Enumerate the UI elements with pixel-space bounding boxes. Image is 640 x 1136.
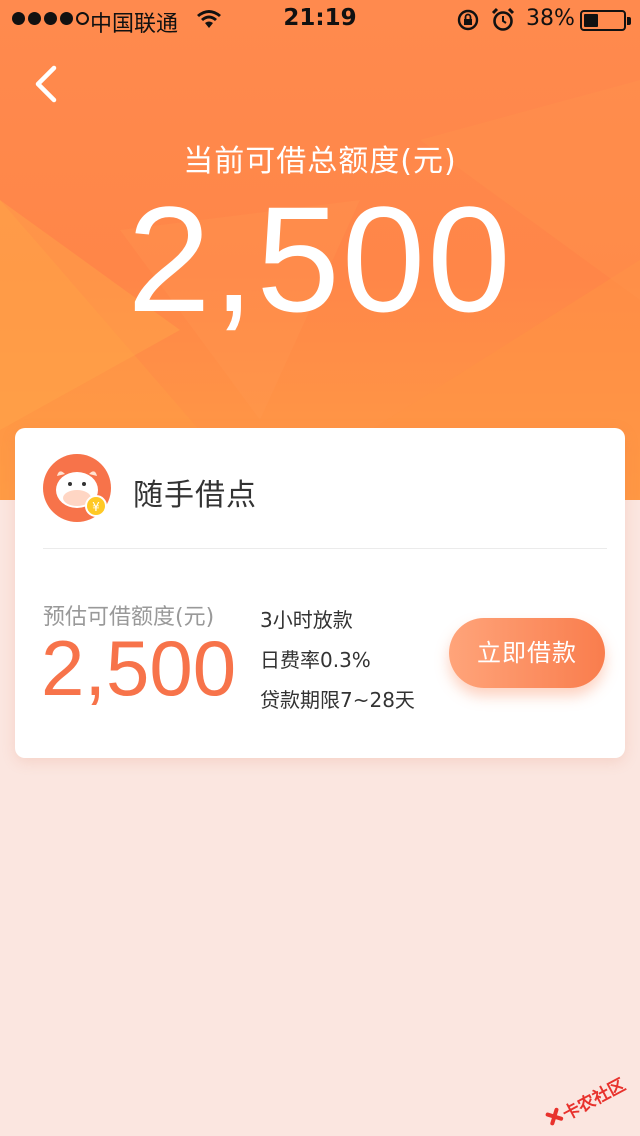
chevron-left-icon[interactable] [28, 62, 68, 106]
info-daily-rate: 日费率0.3% [260, 648, 371, 672]
battery-icon [580, 10, 631, 31]
page-title: 当前可借总额度(元) [183, 144, 457, 179]
info-disbursement-time: 3小时放款 [260, 608, 353, 632]
info-loan-term: 贷款期限7~28天 [260, 688, 415, 712]
estimate-amount: 2,500 [41, 624, 237, 712]
divider [43, 548, 607, 549]
loan-product-card: ¥ 随手借点 预估可借额度(元) 2,500 3小时放款 日费率0.3% 贷款期… [15, 428, 625, 758]
battery-percent: 38% [526, 6, 575, 31]
header-banner: 中国联通 21:19 38% 当前可借总额度(元) 2,500 [0, 0, 640, 500]
alarm-icon [491, 7, 515, 31]
battery-fill [584, 14, 598, 27]
page: 中国联通 21:19 38% 当前可借总额度(元) 2,500 ¥ 随手借点 预… [0, 0, 640, 1136]
status-bar: 中国联通 21:19 38% [0, 0, 640, 40]
total-credit-amount: 2,500 [127, 175, 513, 343]
borrow-now-button[interactable]: 立即借款 [449, 618, 605, 688]
watermark-logo: 卡农社区 [545, 1076, 629, 1126]
cow-mascot-icon: ¥ [43, 454, 111, 522]
rotation-lock-icon [457, 9, 479, 31]
svg-text:卡农社区: 卡农社区 [559, 1076, 629, 1125]
loan-info-list: 3小时放款 日费率0.3% 贷款期限7~28天 [260, 600, 415, 720]
brand-name: 随手借点 [133, 478, 257, 513]
svg-text:¥: ¥ [92, 500, 100, 514]
